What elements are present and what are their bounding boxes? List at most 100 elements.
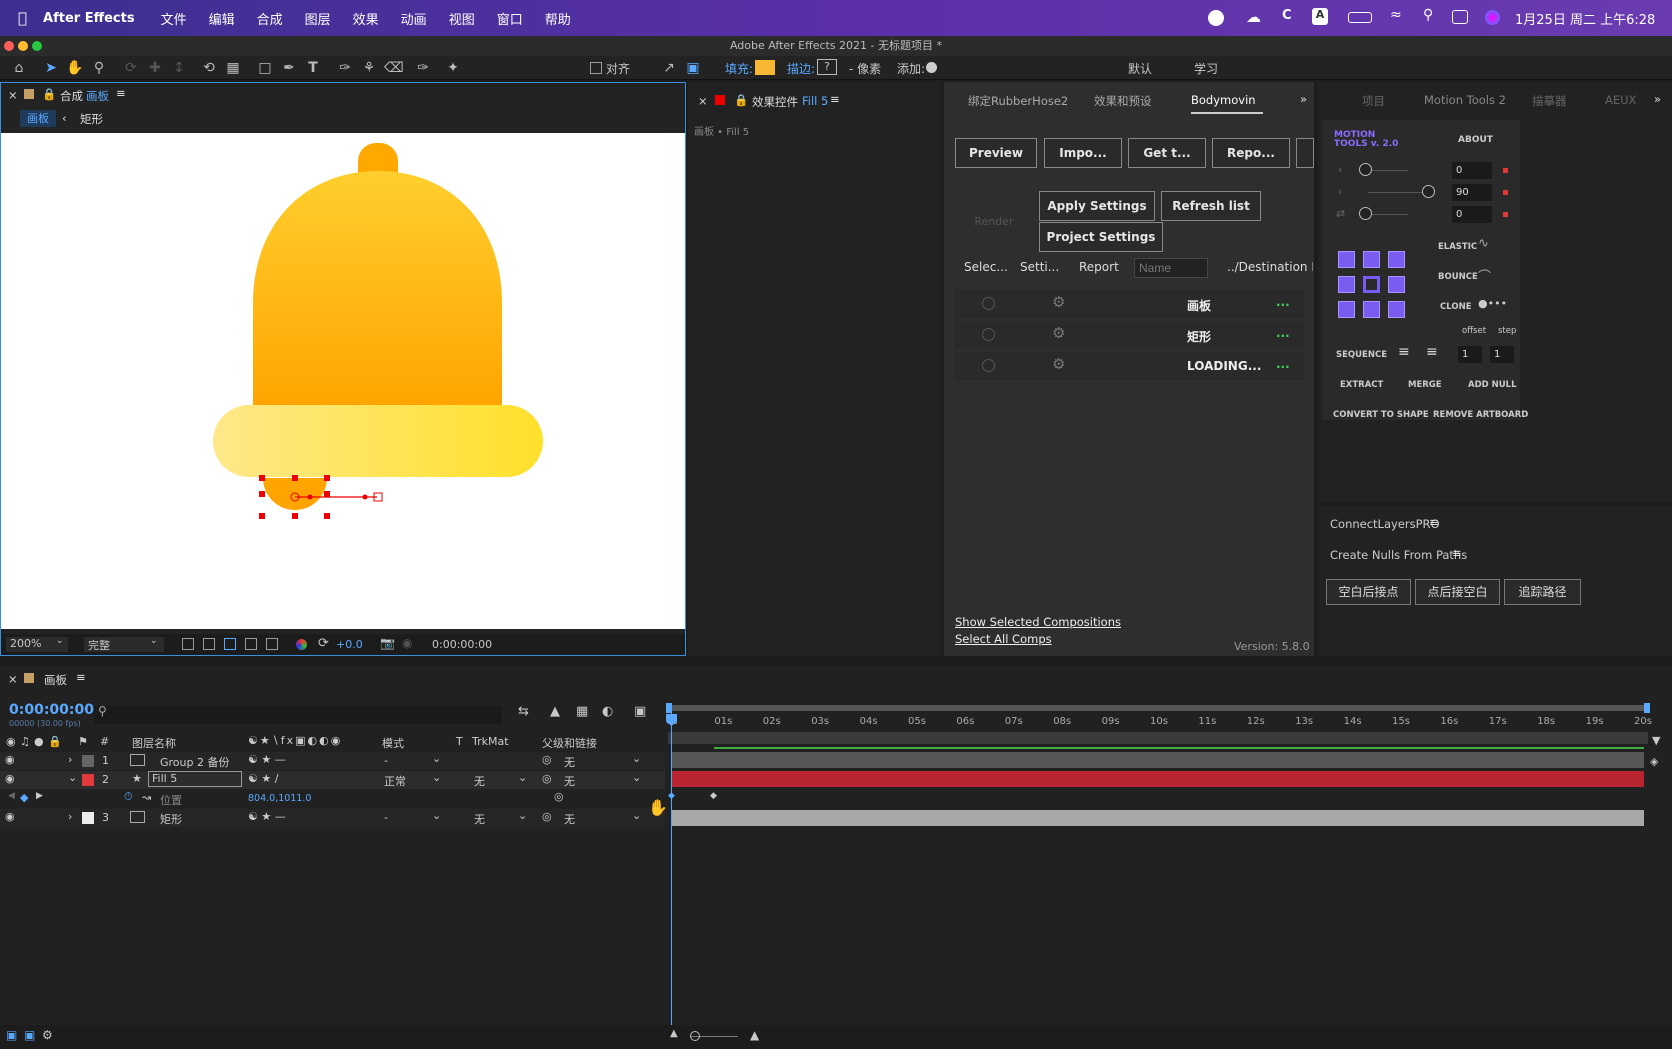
col-parent[interactable]: 父级和链接 xyxy=(542,735,597,751)
draft-3d-icon[interactable]: ▲ xyxy=(550,704,560,719)
property-row[interactable]: ◀ ◆ ▶ ⏱ ↝ 位置 804.0,1011.0 ◎ xyxy=(0,790,665,808)
next-keyframe-icon[interactable]: ▶ xyxy=(36,791,43,801)
menu-window[interactable]: 窗口 xyxy=(497,9,523,28)
comp-canvas[interactable] xyxy=(1,133,685,629)
zoom-in-icon[interactable]: ▲ xyxy=(750,1028,759,1042)
refresh-list-button[interactable]: Refresh list xyxy=(1161,191,1261,221)
brush-tool-icon[interactable]: ✑ xyxy=(336,59,354,77)
layer-parent[interactable]: 无 xyxy=(564,811,575,827)
snap-icon[interactable]: ▣ xyxy=(684,59,702,77)
row-select-radio[interactable] xyxy=(982,359,995,372)
visibility-col-icon[interactable]: ◉ xyxy=(6,735,16,748)
puppet-tool-icon[interactable]: ✦ xyxy=(444,59,462,77)
layer-switches[interactable]: ☯ ★ — xyxy=(248,753,286,766)
anchor-tool-icon[interactable]: ▦ xyxy=(224,59,242,77)
row-more[interactable]: ... xyxy=(1276,295,1290,309)
ease-in-slider-knob[interactable] xyxy=(1359,163,1372,176)
sequence-button[interactable]: SEQUENCE xyxy=(1336,350,1387,360)
col-trkmat[interactable]: TrkMat xyxy=(472,735,509,748)
audio-col-icon[interactable]: ♫ xyxy=(20,735,30,748)
both-value[interactable]: 0 xyxy=(1452,206,1492,223)
timeline-tab[interactable]: 画板 xyxy=(44,672,67,688)
panel-overflow-icon[interactable]: » xyxy=(1300,92,1307,106)
orbit-tool-icon[interactable]: ⟳ xyxy=(122,59,140,77)
anchor-center[interactable] xyxy=(1363,276,1380,293)
layer-name[interactable]: 矩形 xyxy=(160,811,182,827)
panel-menu-icon[interactable]: ≡ xyxy=(1429,515,1439,529)
lock-icon[interactable]: 🔒 xyxy=(734,93,748,107)
connect-layers-title[interactable]: ConnectLayersPRO xyxy=(1330,517,1440,531)
frame-blending-icon[interactable]: ▦ xyxy=(576,704,588,719)
layer-search-input[interactable] xyxy=(94,706,502,724)
keyframe-diamond-icon[interactable]: ◆ xyxy=(20,791,28,804)
row-select-radio[interactable] xyxy=(982,297,995,310)
search-icon[interactable]: ⚲ xyxy=(1423,7,1433,23)
add-null-button[interactable]: ADD NULL xyxy=(1468,380,1517,390)
parent-pickwhip-icon[interactable]: ◎ xyxy=(542,772,552,785)
layer-row[interactable]: ◉ ⌄ 2 ★ Fill 5 ☯ ★ ∕ 正常 ⌄ 无 ⌄ ◎ 无 ⌄ xyxy=(0,771,665,789)
home-icon[interactable]: ⌂ xyxy=(10,59,28,77)
menu-animation[interactable]: 动画 xyxy=(401,9,427,28)
comp-row[interactable] xyxy=(955,290,1305,318)
apple-icon[interactable]:  xyxy=(18,9,27,27)
graph-icon[interactable]: ↝ xyxy=(142,791,151,804)
row-more[interactable]: ... xyxy=(1276,357,1290,371)
layer-parent[interactable]: 无 xyxy=(564,754,575,770)
motion-blur-icon[interactable]: ◐ xyxy=(602,704,613,719)
menu-help[interactable]: 帮助 xyxy=(545,9,571,28)
get-button[interactable]: Get t... xyxy=(1128,138,1206,168)
row-more[interactable]: ... xyxy=(1276,326,1290,340)
layer-3-bar[interactable] xyxy=(672,810,1644,826)
lock-icon[interactable]: 🔒 xyxy=(42,87,56,101)
mask-icon[interactable] xyxy=(224,638,236,650)
stopwatch-icon[interactable]: ⏱ xyxy=(124,790,133,804)
panel-menu-icon[interactable]: ≡ xyxy=(1452,546,1462,560)
layer-trkmat[interactable]: 无 xyxy=(474,811,485,827)
switches-col-icons[interactable]: ☯★∖fx▣◐◐◉ xyxy=(248,734,342,747)
toggle-modes-icon[interactable]: ▣ xyxy=(24,1028,35,1042)
rectangle-tool-icon[interactable]: □ xyxy=(256,59,274,77)
solo-col-icon[interactable]: ● xyxy=(34,735,44,748)
zoom-tool-icon[interactable]: ⚲ xyxy=(90,59,108,77)
anchor-middle-left[interactable] xyxy=(1338,276,1355,293)
wifi-icon[interactable]: ≈ xyxy=(1390,7,1402,23)
tab-rubberhose[interactable]: 绑定RubberHose2 xyxy=(968,93,1068,109)
chevron-right-icon[interactable]: › xyxy=(68,810,72,823)
lock-col-icon[interactable]: 🔒 xyxy=(48,735,62,748)
work-area-bar[interactable] xyxy=(668,705,1650,711)
siri-icon[interactable] xyxy=(1485,10,1500,25)
project-settings-button[interactable]: Project Settings xyxy=(1039,222,1163,252)
layer-name[interactable]: Fill 5 xyxy=(148,771,242,787)
menu-view[interactable]: 视图 xyxy=(449,9,475,28)
parent-pickwhip-icon[interactable]: ◎ xyxy=(542,810,552,823)
anchor-grid[interactable] xyxy=(1336,249,1408,321)
apply-settings-button[interactable]: Apply Settings xyxy=(1039,191,1155,221)
work-area-end-handle[interactable] xyxy=(1644,703,1650,713)
layer-switches[interactable]: ☯ ★ ∕ xyxy=(248,772,278,785)
tab-project[interactable]: 项目 xyxy=(1362,93,1385,109)
point-then-null-button[interactable]: 点后接空白 xyxy=(1415,579,1500,605)
stroke-color-swatch[interactable]: ? xyxy=(817,59,837,75)
menu-file[interactable]: 文件 xyxy=(161,9,187,28)
layer-2-bar[interactable] xyxy=(672,771,1644,787)
guides-icon[interactable] xyxy=(245,638,257,650)
close-icon[interactable]: × xyxy=(698,94,708,108)
chevron-right-icon[interactable]: › xyxy=(68,753,72,766)
comp-tab-prefix[interactable]: 合成 xyxy=(60,88,83,104)
hand-tool-icon[interactable]: ✋ xyxy=(66,59,84,77)
gear-icon[interactable]: ⚙ xyxy=(1052,324,1065,342)
snapping-checkbox[interactable] xyxy=(590,62,602,74)
anchor-top-left[interactable] xyxy=(1338,251,1355,268)
anchor-bottom-left[interactable] xyxy=(1338,301,1355,318)
render-time-icon[interactable]: ⚙ xyxy=(42,1028,53,1042)
anchor-top-right[interactable] xyxy=(1388,251,1405,268)
panel-overflow-icon[interactable]: » xyxy=(1654,92,1661,106)
tab-bodymovin[interactable]: Bodymovin xyxy=(1191,93,1256,107)
eye-icon[interactable]: ◉ xyxy=(5,810,15,823)
transparency-grid-icon[interactable] xyxy=(203,638,215,650)
timeline-timecode[interactable]: 0:00:00:00 xyxy=(9,702,94,718)
minimize-window-button[interactable] xyxy=(18,41,28,51)
label-col-icon[interactable]: ⚑ xyxy=(78,735,88,748)
merge-button[interactable]: MERGE xyxy=(1408,380,1442,390)
pen-tool-icon[interactable]: ✒ xyxy=(280,59,298,77)
